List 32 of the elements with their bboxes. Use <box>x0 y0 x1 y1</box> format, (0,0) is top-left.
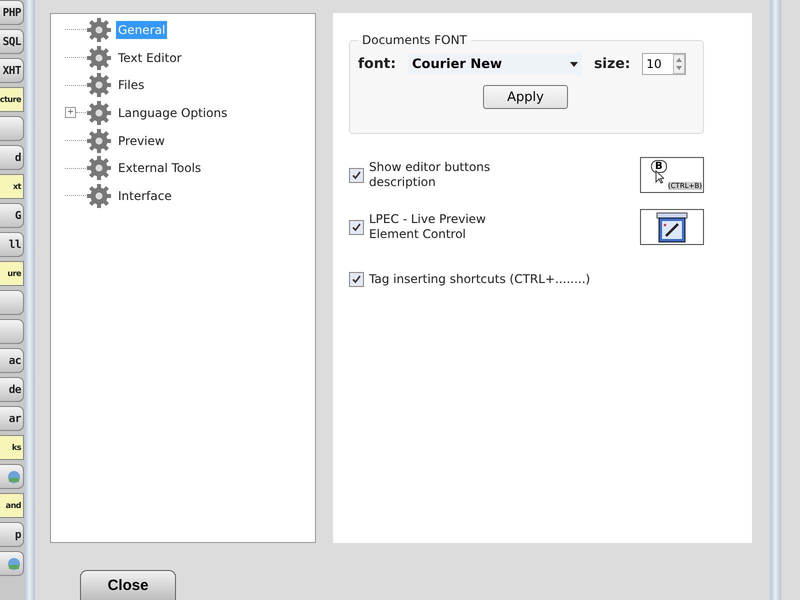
toolbar-label: xt <box>0 174 24 199</box>
toolbar-button[interactable]: p <box>0 522 24 547</box>
toolbar-label: and <box>0 493 24 518</box>
option-label: Tag inserting shortcuts (CTRL+........) <box>369 272 592 286</box>
toolbar-label: ks <box>0 435 24 460</box>
tree-item[interactable]: Preview <box>116 132 167 150</box>
tree-item[interactable]: Language Options <box>116 104 230 122</box>
tree-item[interactable]: External Tools <box>116 159 204 178</box>
close-button[interactable]: Close <box>80 570 176 600</box>
font-label: font: <box>358 56 396 72</box>
toolbar-button[interactable]: SQL <box>0 29 24 54</box>
toolbar-button[interactable]: PHP <box>0 0 24 25</box>
toolbar-button[interactable]: d <box>0 145 24 170</box>
toolbar-button[interactable]: G <box>0 203 24 228</box>
apply-button[interactable]: Apply <box>483 85 568 109</box>
tree-item[interactable]: Text Editor <box>116 48 184 67</box>
toolbar-label: cture <box>0 87 24 112</box>
expand-toggle[interactable]: + <box>65 107 76 118</box>
toolbar-label: ure <box>0 261 24 286</box>
tree-item[interactable]: Files <box>116 76 146 94</box>
group-title: Documents FONT <box>361 33 468 47</box>
size-spinner[interactable]: 10 <box>642 53 686 75</box>
toolbar-button[interactable]: XHT <box>0 58 24 83</box>
font-dropdown[interactable]: Courier New <box>408 53 582 75</box>
option-label: Show editor buttons description <box>369 160 492 190</box>
toolbar-button[interactable]: ac <box>0 348 24 373</box>
toolbar-button[interactable]: ar <box>0 406 24 431</box>
tree-item[interactable]: Interface <box>116 186 174 205</box>
option-label: LPEC - Live Preview Element Control <box>369 212 487 242</box>
toolbar-button[interactable]: de <box>0 377 24 402</box>
toolbar-button[interactable]: ll <box>0 232 24 257</box>
size-label: size: <box>594 56 630 72</box>
